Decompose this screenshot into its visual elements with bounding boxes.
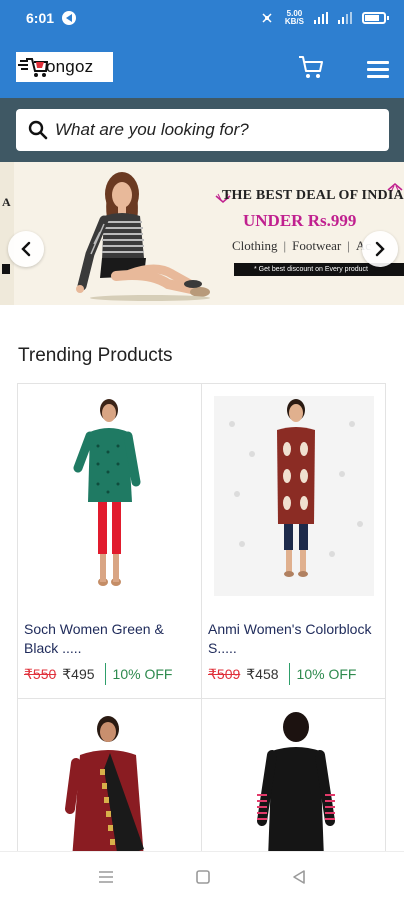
back-icon[interactable] bbox=[290, 868, 308, 886]
status-bar: 6:01 5.00 KB/S bbox=[0, 0, 404, 36]
banner-categories: Clothing | Footwear | Ac bbox=[232, 238, 371, 254]
banner-peek-block bbox=[2, 264, 10, 274]
banner-category: Footwear bbox=[292, 238, 342, 253]
price-row: ₹550 ₹495 10% OFF bbox=[24, 663, 172, 685]
system-navigation-bar bbox=[0, 851, 404, 900]
price-divider bbox=[104, 663, 106, 685]
status-time: 6:01 bbox=[26, 10, 55, 26]
section-title: Trending Products bbox=[18, 345, 173, 366]
product-card[interactable]: Soch Women Green & Black ..... ₹550 ₹495… bbox=[17, 383, 202, 699]
original-price: ₹509 bbox=[208, 665, 241, 682]
status-icons: 5.00 KB/S bbox=[259, 10, 389, 26]
logo[interactable]: ongoz bbox=[16, 52, 113, 82]
home-icon[interactable] bbox=[194, 868, 212, 886]
search-icon bbox=[28, 120, 48, 140]
chevron-left-icon bbox=[21, 241, 31, 257]
banner-prev-button[interactable] bbox=[8, 231, 44, 267]
product-name[interactable]: Soch Women Green & Black ..... bbox=[24, 620, 194, 658]
sale-price: ₹458 bbox=[246, 665, 279, 682]
battery-icon bbox=[362, 12, 389, 24]
price-divider bbox=[288, 663, 290, 685]
product-image bbox=[73, 399, 141, 586]
menu-icon[interactable] bbox=[367, 61, 389, 79]
sale-price: ₹495 bbox=[62, 665, 95, 682]
recents-icon[interactable] bbox=[97, 868, 115, 886]
network-speed: 5.00 KB/S bbox=[285, 10, 304, 26]
banner-price-line: UNDER Rs.999 bbox=[243, 211, 357, 230]
banner-model-image bbox=[76, 172, 210, 301]
banner-category: Clothing bbox=[232, 238, 278, 253]
product-grid: Soch Women Green & Black ..... ₹550 ₹495… bbox=[17, 383, 386, 900]
banner-title: THE BEST DEAL OF INDIA bbox=[222, 188, 404, 203]
product-image bbox=[214, 396, 374, 596]
cart-icon[interactable] bbox=[298, 54, 324, 80]
chevron-right-icon bbox=[375, 241, 385, 257]
network-speed-unit: KB/S bbox=[284, 17, 304, 26]
logo-cart-icon bbox=[18, 58, 48, 77]
banner-next-button[interactable] bbox=[362, 231, 398, 267]
discount-label: 10% OFF bbox=[112, 666, 173, 682]
search-input[interactable]: What are you looking for? bbox=[16, 109, 389, 151]
product-card[interactable]: Anmi Women's Colorblock S..... ₹509 ₹458… bbox=[201, 383, 386, 699]
banner-peek-text: A bbox=[2, 195, 11, 209]
category-divider: | bbox=[347, 238, 350, 253]
hotspot-icon bbox=[262, 13, 272, 23]
signal-icon-2 bbox=[338, 12, 352, 24]
media-indicator-icon bbox=[62, 11, 77, 25]
promo-banner[interactable]: A THE BEST DEAL OF INDIA UNDER Rs.999 Cl… bbox=[0, 162, 404, 305]
banner-previous-slide-peek bbox=[0, 162, 14, 305]
original-price: ₹550 bbox=[24, 665, 57, 682]
price-row: ₹509 ₹458 10% OFF bbox=[208, 663, 356, 685]
product-name[interactable]: Anmi Women's Colorblock S..... bbox=[208, 620, 378, 658]
search-bar-area: What are you looking for? bbox=[0, 98, 404, 162]
logo-text: ongoz bbox=[46, 57, 94, 76]
signal-icon bbox=[314, 12, 328, 24]
category-divider: | bbox=[283, 238, 287, 253]
search-placeholder: What are you looking for? bbox=[55, 120, 249, 139]
discount-label: 10% OFF bbox=[296, 666, 357, 682]
app-header: ongoz bbox=[0, 36, 404, 98]
